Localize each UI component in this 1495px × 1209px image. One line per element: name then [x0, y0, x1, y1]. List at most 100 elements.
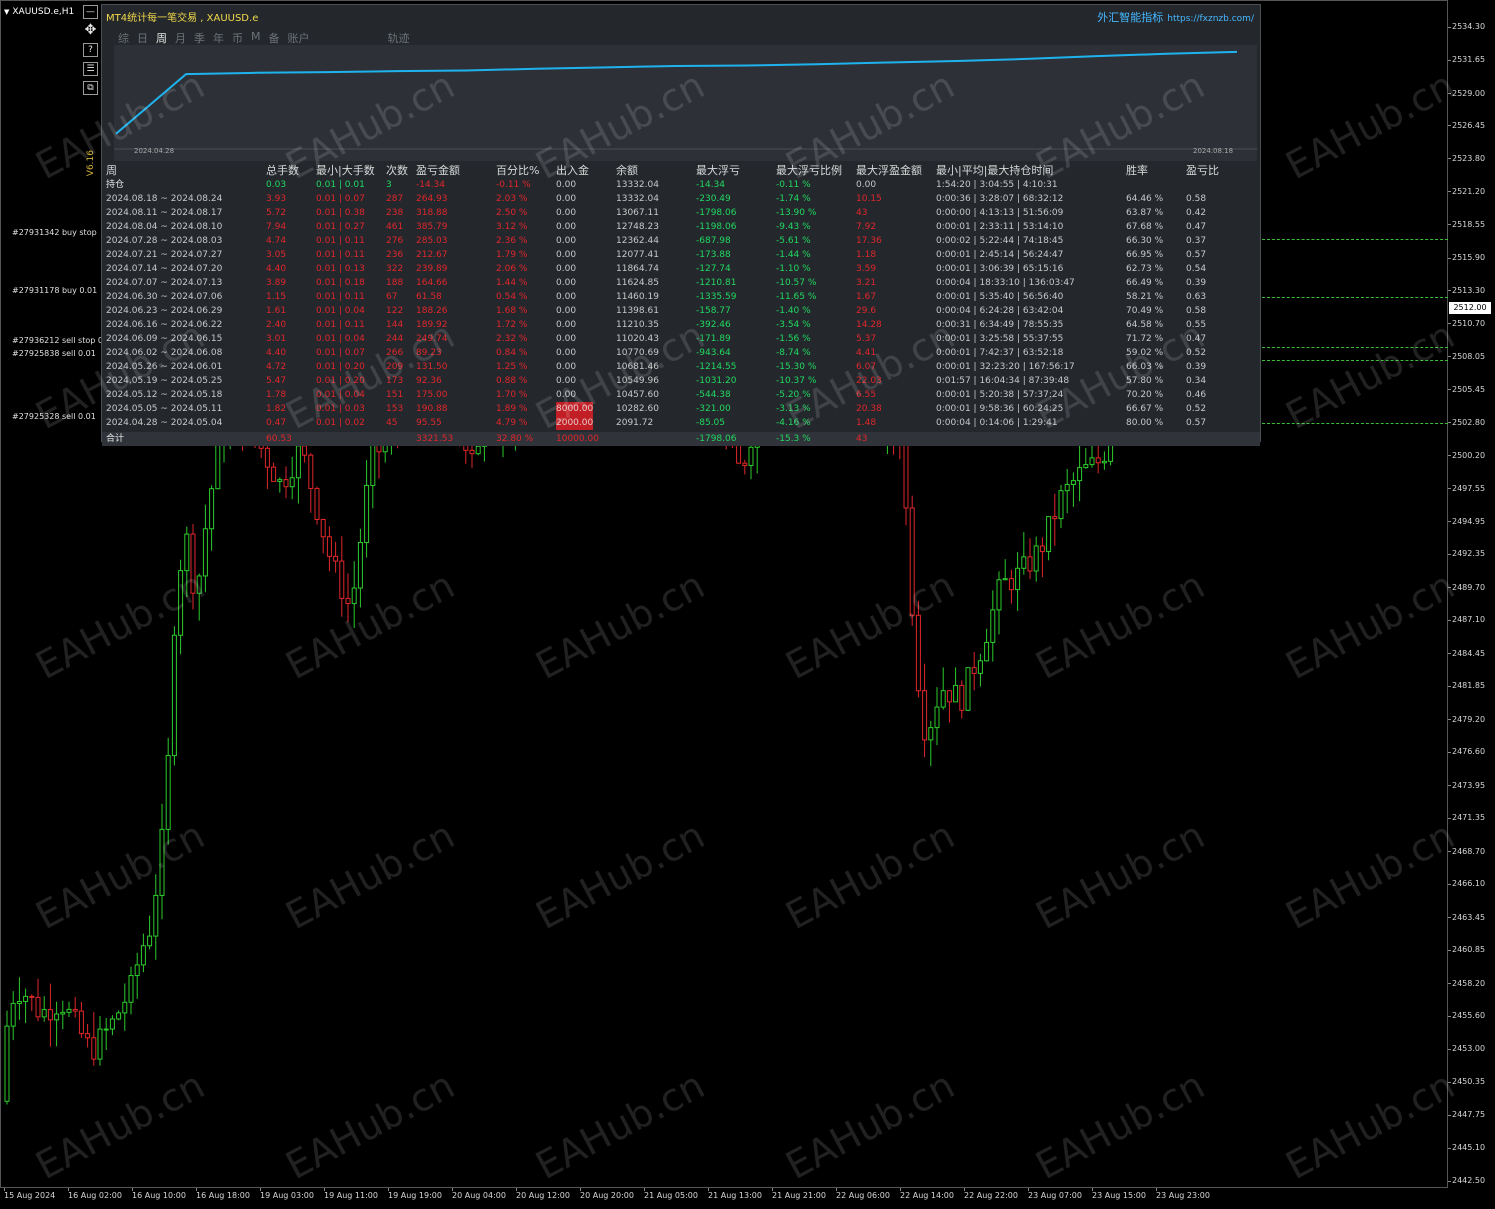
table-cell: 7.92 [856, 222, 877, 232]
tab-7[interactable]: M [251, 30, 261, 46]
move-icon[interactable]: ✥ [83, 23, 98, 38]
table-cell: 173 [386, 376, 404, 386]
table-cell: 12077.41 [616, 250, 659, 260]
panel-tabs: 综日周月季年币 M 备账户 轨迹 [118, 30, 418, 46]
price-tick: 2513.30 [1447, 285, 1486, 295]
tab-9[interactable]: 账户 [288, 30, 310, 46]
tab-6[interactable]: 币 [232, 30, 243, 46]
table-cell: 0.01 | 0.07 [316, 348, 365, 358]
table-cell: 4.72 [266, 362, 287, 372]
tab-10[interactable]: 轨迹 [388, 30, 410, 46]
candle-body [1083, 464, 1089, 469]
candle-body [320, 518, 326, 538]
table-cell: 70.49 % [1126, 306, 1164, 316]
price-tick: 2463.45 [1447, 912, 1486, 922]
time-tick: 16 Aug 02:00 [68, 1188, 122, 1200]
table-cell: 4.40 [266, 348, 287, 358]
candle-body [103, 1028, 109, 1031]
table-cell: 0:00:01 | 2:45:14 | 56:24:47 [936, 250, 1064, 260]
candle-body [66, 1008, 72, 1013]
indicator-tools: — ✥ ? ☰ ⧉ [83, 5, 99, 100]
table-cell: 6.55 [856, 390, 877, 400]
table-cell: -3.54 % [776, 320, 811, 330]
candle-body [171, 634, 177, 757]
table-cell: 2.40 [266, 320, 287, 330]
table-cell: 0.00 [556, 362, 577, 372]
candle-body [928, 727, 934, 741]
table-cell: 1.70 % [496, 390, 528, 400]
table-cell: 0.00 [556, 236, 577, 246]
table-cell: 11020.43 [616, 334, 659, 344]
candle-body [345, 597, 351, 605]
table-cell: 1.68 % [496, 306, 528, 316]
table-cell: 285.03 [416, 236, 448, 246]
time-tick: 22 Aug 14:00 [900, 1188, 954, 1200]
order-label[interactable]: #27931342 buy stop [12, 228, 97, 237]
table-cell: -1210.81 [696, 278, 737, 288]
tab-8[interactable]: 备 [269, 30, 280, 46]
stats-table: 周 总手数 最小|大手数 次数 盈亏金额 百分比% 出入金 余额 最大浮亏 最大浮亏比例 最大浮盈金… [102, 164, 1260, 446]
restore-icon[interactable]: ⧉ [83, 81, 98, 95]
table-row: 2024.05.26 ~ 2024.06.01 4.72 0.01 | 0.20 20… [102, 360, 1260, 374]
table-cell: -15.3 % [776, 434, 811, 444]
table-cell: -3.13 % [776, 404, 811, 414]
tab-1[interactable]: 日 [137, 30, 148, 46]
order-label[interactable]: #27925328 sell 0.01 [12, 412, 96, 421]
symbol-text: XAUUSD.e,H1 [12, 7, 75, 17]
candle-body [364, 484, 370, 543]
table-cell: 0.00 [856, 180, 877, 190]
order-label[interactable]: #27936212 sell stop 0 [12, 336, 103, 345]
table-cell: 1.78 [266, 390, 287, 400]
table-cell: 0:00:01 | 2:33:11 | 53:14:10 [936, 222, 1064, 232]
current-price-label: 2512.00 [1449, 302, 1491, 315]
table-cell: 0.88 % [496, 376, 528, 386]
tab-2[interactable]: 周 [156, 30, 167, 46]
time-tick: 20 Aug 12:00 [516, 1188, 570, 1200]
table-cell: 0.01 | 0.20 [316, 376, 365, 386]
table-row: 2024.06.23 ~ 2024.06.29 1.61 0.01 | 0.04 12… [102, 304, 1260, 318]
order-label[interactable]: #27925838 sell 0.01 [12, 349, 96, 358]
table-cell: 45 [386, 418, 398, 428]
tab-4[interactable]: 季 [194, 30, 205, 46]
order-line[interactable] [1262, 359, 1448, 361]
tab-3[interactable]: 月 [175, 30, 186, 46]
table-cell: 2024.05.05 ~ 2024.05.11 [106, 404, 223, 414]
candle-body [134, 964, 140, 977]
candle-body [122, 1001, 128, 1014]
table-cell: 0:00:31 | 6:34:49 | 78:55:35 [936, 320, 1064, 330]
table-cell: 461 [386, 222, 404, 232]
candle-body [351, 587, 357, 605]
candle-body [1101, 460, 1107, 464]
dropdown-caret-icon[interactable]: ▼ [4, 8, 9, 16]
order-label[interactable]: #27931178 buy 0.01 [12, 286, 97, 295]
table-cell: 10770.69 [616, 348, 659, 358]
minimize-button[interactable]: — [83, 5, 98, 19]
time-tick: 22 Aug 06:00 [836, 1188, 890, 1200]
order-line[interactable] [1262, 239, 1448, 241]
brand-link[interactable]: 外汇智能指标 https://fxznzb.com/ [1097, 9, 1254, 25]
table-cell: -10.57 % [776, 278, 817, 288]
time-tick: 16 Aug 18:00 [196, 1188, 250, 1200]
brand-url[interactable]: https://fxznzb.com/ [1167, 14, 1254, 24]
table-cell: 264.93 [416, 194, 448, 204]
candle-body [23, 995, 29, 1002]
table-cell: 0.00 [556, 334, 577, 344]
order-line[interactable] [1262, 347, 1448, 349]
table-cell: 盈亏金额 [416, 164, 460, 177]
order-line[interactable] [1262, 297, 1448, 298]
price-tick: 2473.95 [1447, 780, 1486, 790]
price-tick: 2442.50 [1447, 1176, 1486, 1185]
order-line[interactable] [1262, 422, 1448, 424]
tab-0[interactable]: 综 [118, 30, 129, 46]
grid-icon[interactable]: ☰ [83, 62, 98, 76]
table-cell: 2024.07.14 ~ 2024.07.20 [106, 264, 223, 274]
candle-body [1015, 567, 1021, 591]
candle-body [953, 684, 959, 703]
tab-5[interactable]: 年 [213, 30, 224, 46]
table-cell: 122 [386, 306, 404, 316]
candle-body [990, 609, 996, 643]
candle-body [909, 507, 915, 616]
help-button[interactable]: ? [83, 43, 98, 57]
candle-body [289, 477, 295, 488]
table-cell: 0.34 [1186, 376, 1207, 386]
